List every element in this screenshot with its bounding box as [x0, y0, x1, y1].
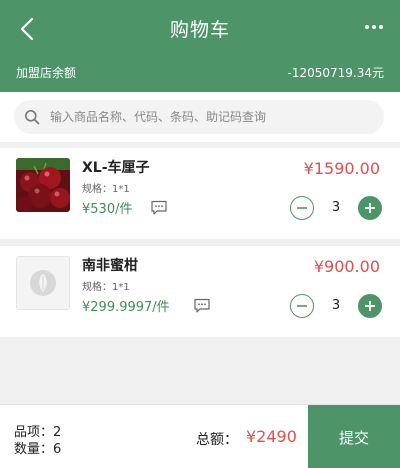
- quantity-value[interactable]: 3: [326, 298, 346, 313]
- unit-price: ¥530/件: [82, 202, 133, 217]
- quantity-value[interactable]: 3: [326, 200, 346, 215]
- quantity-count: 数量：6: [14, 442, 62, 457]
- total-label: 总额：: [196, 432, 238, 448]
- increase-quantity-button[interactable]: [358, 196, 382, 220]
- product-name: 南非蜜柑: [82, 258, 138, 274]
- product-thumbnail: [16, 158, 70, 212]
- search-bar: [0, 92, 400, 142]
- decrease-quantity-button[interactable]: [290, 294, 314, 318]
- plus-icon: [365, 203, 375, 213]
- search-input[interactable]: [50, 110, 370, 124]
- top-bar: 购物车 加盟店余额 -12050719.34元: [0, 0, 400, 92]
- message-button[interactable]: [193, 298, 211, 318]
- minus-icon: [297, 207, 307, 209]
- decrease-quantity-button[interactable]: [290, 196, 314, 220]
- search-box[interactable]: [14, 100, 384, 134]
- minus-icon: [297, 305, 307, 307]
- total-amount: ¥2490: [246, 427, 297, 446]
- product-spec: 规格：1*1: [82, 184, 130, 195]
- product-name: XL-车厘子: [82, 160, 150, 176]
- submit-button[interactable]: 提交: [308, 405, 400, 468]
- more-dots-icon: [365, 25, 383, 29]
- line-total-price: ¥1590.00: [303, 159, 380, 178]
- more-button[interactable]: [362, 14, 386, 40]
- cart-item: 南非蜜柑 规格：1*1 ¥299.9997/件 ¥900.00 3: [0, 246, 400, 337]
- checkout-bar: 品项：2 数量：6 总额： ¥2490 提交: [0, 404, 400, 468]
- unit-price: ¥299.9997/件: [82, 300, 170, 315]
- page-title: 购物车: [169, 19, 230, 41]
- search-icon: [25, 110, 40, 125]
- line-total-price: ¥900.00: [313, 257, 380, 276]
- balance-label: 加盟店余额: [16, 66, 77, 80]
- product-thumbnail: [16, 256, 70, 310]
- cart-item: XL-车厘子 规格：1*1 ¥530/件 ¥1590.00 3: [0, 148, 400, 239]
- message-icon: [151, 200, 167, 215]
- message-button[interactable]: [150, 200, 168, 220]
- cherries-photo-icon: [16, 158, 70, 212]
- message-icon: [194, 298, 210, 313]
- increase-quantity-button[interactable]: [358, 294, 382, 318]
- balance-value: -12050719.34元: [287, 66, 385, 80]
- product-spec: 规格：1*1: [82, 282, 130, 293]
- leaf-logo-icon: [30, 270, 56, 296]
- plus-icon: [365, 301, 375, 311]
